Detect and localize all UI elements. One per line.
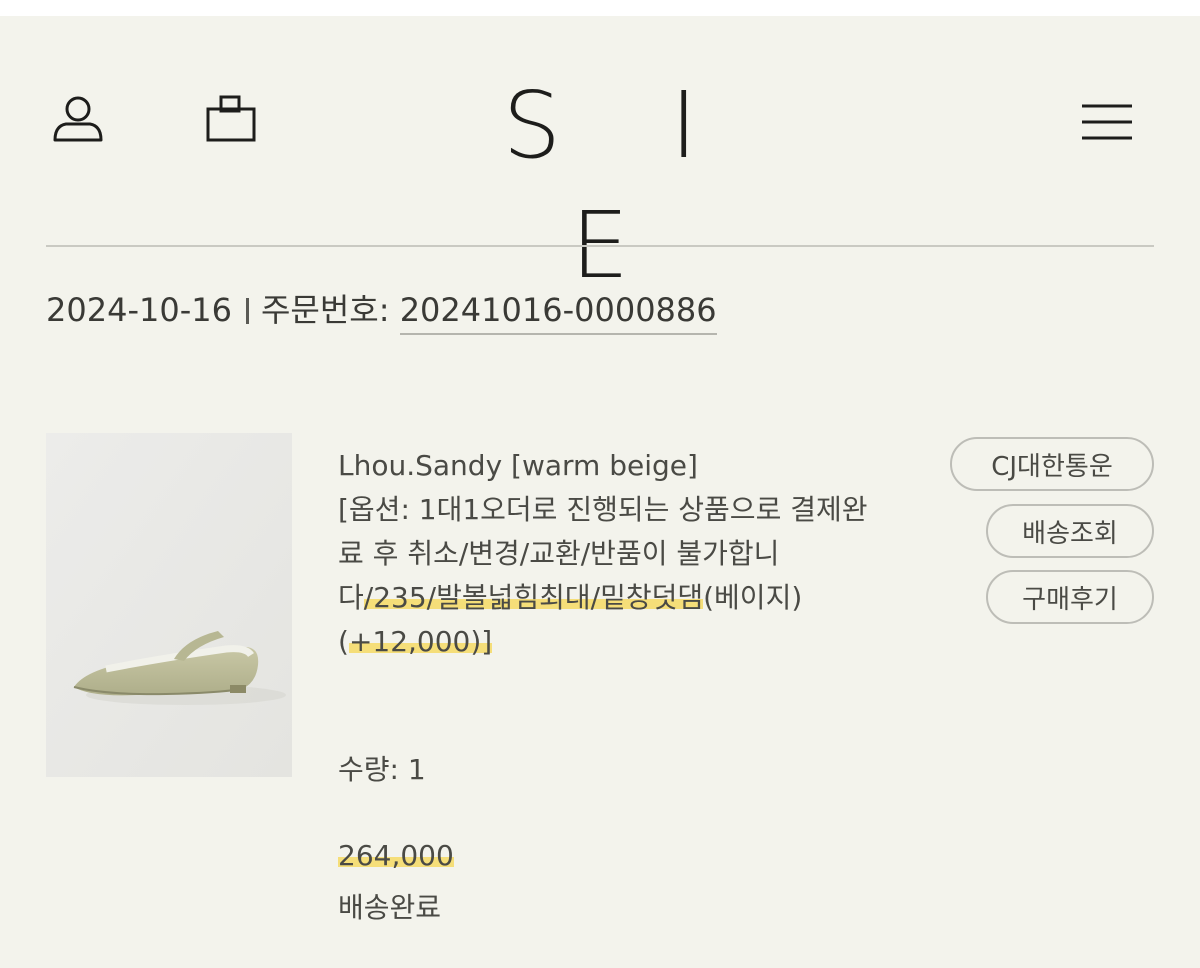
product-price: 264,000 (338, 834, 454, 878)
product-quantity: 수량: 1 (338, 753, 426, 786)
product-image[interactable] (46, 433, 292, 777)
order-number-label: 주문번호: (260, 291, 390, 329)
product-option: [옵션: 1대1오더로 진행되는 상품으로 결제완료 후 취소/변경/교환/반품… (338, 488, 868, 664)
hamburger-menu-icon[interactable] (1080, 102, 1134, 142)
write-review-button[interactable]: 구매후기 (986, 570, 1154, 624)
site-header: S I E (0, 16, 1200, 299)
separator (245, 298, 249, 324)
order-history-page: S I E 2024-10-16 주문번호: 20241016-0000886 (0, 16, 1200, 968)
order-number-link[interactable]: 20241016-0000886 (399, 291, 717, 335)
product-name[interactable]: Lhou.Sandy [warm beige] (338, 444, 878, 488)
price-value: 264,000 (338, 839, 454, 872)
shopping-bag-icon[interactable] (204, 94, 258, 148)
user-icon[interactable] (52, 94, 106, 148)
courier-button[interactable]: CJ대한통운 (950, 437, 1154, 491)
option-price-highlight: +12,000)] (348, 625, 493, 658)
order-info: 2024-10-16 주문번호: 20241016-0000886 (46, 288, 717, 335)
product-info: Lhou.Sandy [warm beige] [옵션: 1대1오더로 진행되는… (338, 444, 878, 664)
track-shipment-button[interactable]: 배송조회 (986, 504, 1154, 558)
delivery-status: 배송완료 (338, 891, 442, 924)
header-divider (46, 245, 1154, 247)
site-logo[interactable]: S I E (400, 66, 800, 306)
option-highlight: /235/발볼넓힘최대/밑창덧댐 (363, 581, 704, 614)
order-date: 2024-10-16 (46, 291, 232, 329)
